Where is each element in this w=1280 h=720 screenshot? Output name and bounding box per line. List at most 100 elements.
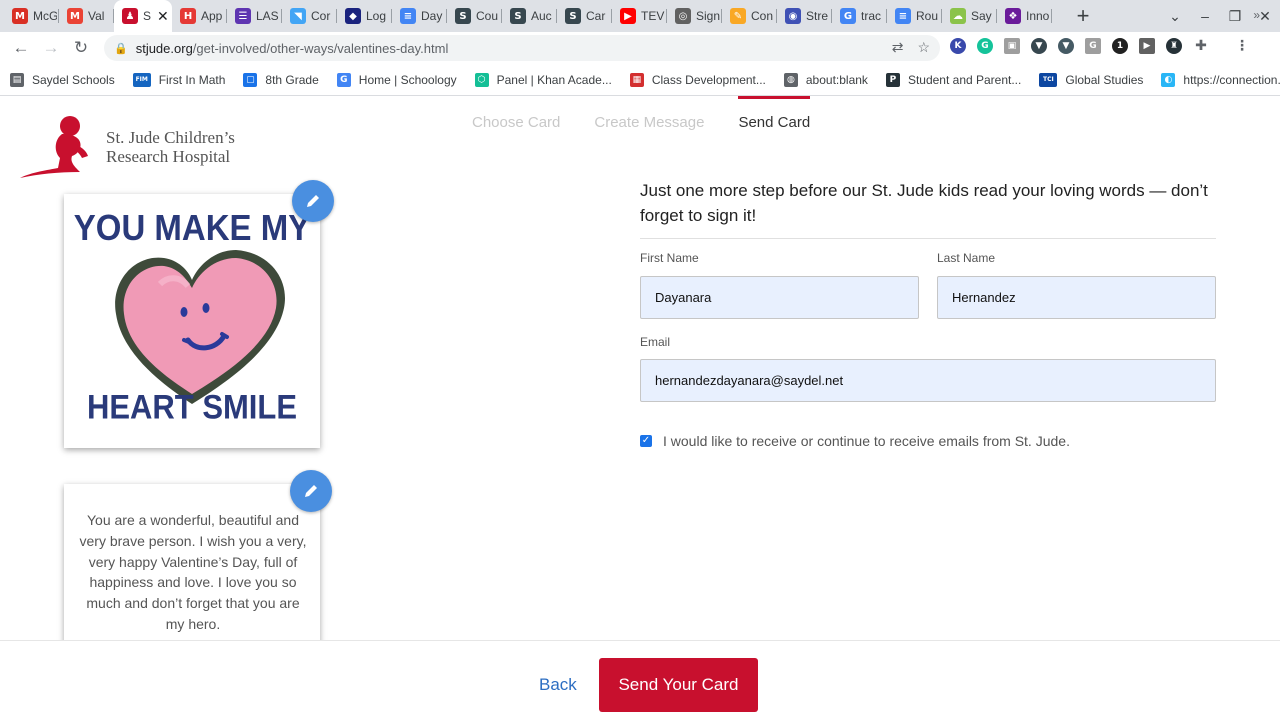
new-tab-icon[interactable]: + [1068, 1, 1098, 31]
email-optin-checkbox[interactable]: ✓ [640, 435, 652, 447]
bookmark-favicon-icon: ◍ [783, 72, 798, 87]
bookmark-favicon-icon: ▢ [243, 72, 258, 87]
footer-bar: Back Send Your Card [0, 640, 1280, 720]
tab-favicon-icon: S [455, 8, 471, 24]
last-name-field[interactable] [937, 276, 1216, 319]
browser-tab[interactable]: ◆ Log [337, 0, 392, 32]
browser-tab[interactable]: ☁ Say [942, 0, 997, 32]
tab-label: Val [88, 9, 105, 23]
bookmark-label: Home | Schoology [358, 72, 457, 87]
bookmark-item[interactable]: ▤ Saydel Schools [10, 72, 115, 87]
st-jude-logo[interactable]: St. Jude Children’s Research Hospital [18, 114, 248, 180]
bookmark-favicon-icon: TCI [1039, 72, 1058, 87]
browser-tab[interactable]: Gtrac [832, 0, 887, 32]
browser-tab[interactable]: ☰ LAS [227, 0, 282, 32]
bookmark-item[interactable]: P Student and Parent... [885, 72, 1022, 87]
email-field[interactable] [640, 359, 1216, 402]
extensions-bar: K G ▣ ▼ ▼ G 1 ▶ ♜ ✚ ⋮ [950, 38, 1250, 54]
selected-card-preview: YOU MAKE MY HEART SMILE [64, 194, 320, 448]
extension-cast-icon[interactable]: ▶ [1139, 38, 1155, 54]
bookmark-favicon-icon: ⬡ [474, 72, 489, 87]
bookmark-favicon-icon: FIM [132, 72, 151, 87]
tab-favicon-icon: ☁ [950, 8, 966, 24]
step-create-message[interactable]: Create Message [594, 114, 704, 131]
browser-tab[interactable]: ❖ Inno [997, 0, 1052, 32]
bookmark-item[interactable]: TCI Global Studies [1039, 72, 1144, 87]
email-optin-label[interactable]: I would like to receive or continue to r… [663, 433, 1070, 449]
tab-search-icon[interactable]: ⌄ [1160, 8, 1190, 25]
tab-favicon-icon: S [510, 8, 526, 24]
browser-tab[interactable]: ◉ Stre [777, 0, 832, 32]
browser-tab[interactable]: ≡ Day [392, 0, 447, 32]
tab-label: Sign [696, 9, 720, 23]
tab-favicon-icon: M [67, 8, 83, 24]
tab-label: Log [366, 9, 387, 23]
grammarly-icon[interactable]: G [977, 38, 993, 54]
restore-icon[interactable]: ❐ [1220, 8, 1250, 25]
edit-card-button[interactable] [292, 180, 334, 222]
tab-favicon-icon: ☰ [235, 8, 251, 24]
browser-tab[interactable]: M Val [59, 0, 114, 32]
bookmark-label: Student and Parent... [907, 72, 1022, 87]
step-choose-card[interactable]: Choose Card [472, 114, 560, 131]
browser-tab[interactable]: H App [172, 0, 227, 32]
close-tab-icon[interactable]: ✕ [157, 8, 169, 25]
browser-tab[interactable]: ✎ Con [722, 0, 777, 32]
first-name-field[interactable] [640, 276, 919, 319]
bookmark-label: Class Development... [651, 72, 766, 87]
reload-icon[interactable]: ↻ [66, 38, 96, 58]
puzzle-icon[interactable]: ✚ [1193, 38, 1209, 54]
email-optin-row: ✓ I would like to receive or continue to… [640, 433, 1070, 449]
bookmark-item[interactable]: ◍ about:blank [783, 72, 868, 87]
tab-favicon-icon: G [840, 8, 856, 24]
forward-arrow-icon[interactable]: → [36, 38, 66, 58]
st-jude-child-logo-icon [20, 116, 88, 178]
browser-tab[interactable]: ◎ Sign [667, 0, 722, 32]
extension-copy-icon[interactable]: ▣ [1004, 38, 1020, 54]
bookmark-item[interactable]: ▢ 8th Grade [243, 72, 319, 87]
translate-icon[interactable]: ⇄ [892, 39, 904, 56]
minimize-icon[interactable]: – [1190, 8, 1220, 24]
progress-steps: Choose Card Create Message Send Card [472, 96, 811, 131]
url-host: stjude.org [135, 40, 193, 56]
tab-label: Stre [806, 9, 829, 23]
tab-label: S [143, 9, 152, 23]
browser-tab[interactable]: ◥ Cor [282, 0, 337, 32]
tab-favicon-icon: ◆ [345, 8, 361, 24]
step-send-card: Send Card [738, 96, 811, 131]
browser-tab[interactable]: M McG [4, 0, 59, 32]
bookmark-favicon-icon: ▤ [10, 72, 24, 87]
browser-toolbar: ← → ↻ 🔒 stjude.org/get-involved/other-wa… [0, 32, 1280, 64]
bookmark-item[interactable]: FIM First In Math [132, 72, 225, 87]
browser-tab[interactable]: ♟ S ✕ [114, 0, 172, 32]
browser-tab[interactable]: S Car [557, 0, 612, 32]
window-controls: ⌄ – ❐ ✕ [1160, 0, 1280, 32]
bookmark-item[interactable]: ▦ Class Development... [629, 72, 766, 87]
tab-label: Cor [311, 9, 331, 23]
send-your-card-button[interactable]: Send Your Card [599, 658, 758, 712]
more-bookmarks-icon[interactable]: » [1253, 8, 1260, 22]
tab-favicon-icon: ◉ [785, 8, 801, 24]
back-button[interactable]: Back [539, 675, 577, 695]
edit-message-button[interactable] [290, 470, 332, 512]
browser-tab[interactable]: S Cou [447, 0, 502, 32]
address-bar[interactable]: 🔒 stjude.org/get-involved/other-ways/val… [104, 35, 940, 61]
extension-1-icon[interactable]: 1 [1112, 38, 1128, 54]
shield-icon-2[interactable]: ▼ [1058, 38, 1074, 54]
bookmark-label: Global Studies [1065, 72, 1144, 87]
bookmark-item[interactable]: G Home | Schoology [336, 72, 457, 87]
browser-tab[interactable]: ≡ Rou [887, 0, 942, 32]
bookmark-item[interactable]: ◐ https://connection.... [1161, 72, 1280, 87]
shield-icon[interactable]: ▼ [1031, 38, 1047, 54]
extension-owl-icon[interactable]: ♜ [1166, 38, 1182, 54]
extension-g-icon[interactable]: G [1085, 38, 1101, 54]
bookmark-item[interactable]: ⬡ Panel | Khan Acade... [474, 72, 612, 87]
browser-tab[interactable]: ▶ TEV [612, 0, 667, 32]
lock-icon[interactable]: 🔒 [114, 42, 128, 55]
menu-dots-icon[interactable]: ⋮ [1234, 38, 1250, 54]
extension-k-icon[interactable]: K [950, 38, 966, 54]
bookmark-star-icon[interactable]: ☆ [917, 39, 930, 56]
browser-tab[interactable]: S Auc [502, 0, 557, 32]
back-arrow-icon[interactable]: ← [6, 38, 36, 58]
tab-label: trac [861, 9, 882, 23]
